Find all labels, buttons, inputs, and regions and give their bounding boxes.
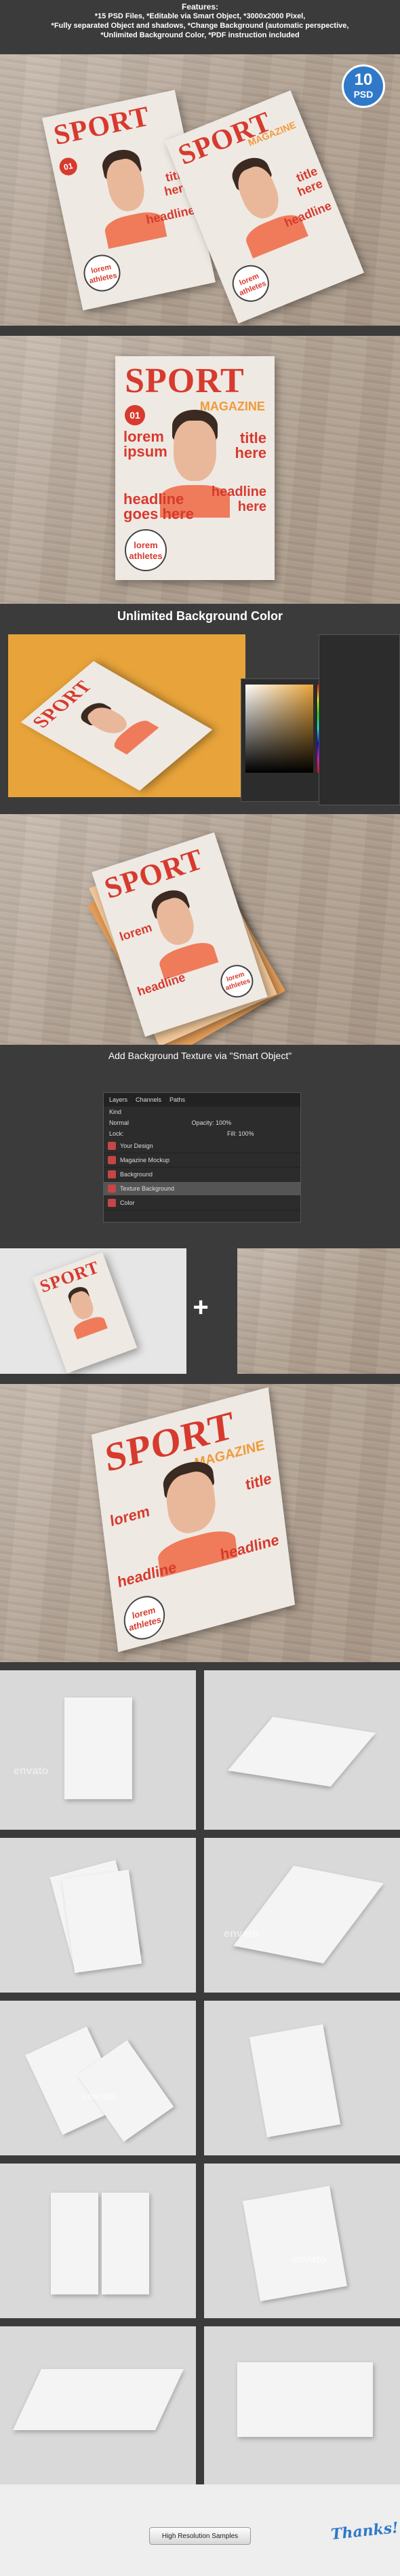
blend-mode-select[interactable]: Normal <box>109 1119 129 1126</box>
visibility-eye-icon[interactable] <box>108 1156 116 1164</box>
lock-label: Lock: <box>109 1130 124 1137</box>
cover-text: lorem <box>117 920 154 944</box>
cover-circle-badge: lorem athletes <box>121 1591 167 1645</box>
cover-circle-badge: lorem athletes <box>216 961 258 1002</box>
magazine-cover: SPORT MAGAZINE lorem title headline head… <box>91 1387 296 1653</box>
tab-layers[interactable]: Layers <box>109 1096 127 1103</box>
hero-single-magazine: SPORT MAGAZINE 01 lorem ipsum title here… <box>0 336 400 604</box>
features-line: *Unlimited Background Color, *PDF instru… <box>100 31 300 39</box>
visibility-eye-icon[interactable] <box>108 1170 116 1178</box>
cover-circle-badge: lorem athletes <box>226 259 275 307</box>
envato-watermark: envato <box>224 1928 259 1940</box>
features-header: Features: *15 PSD Files, *Editable via S… <box>0 0 400 54</box>
fill-value[interactable]: 100% <box>239 1130 254 1137</box>
section-title-bg-texture: Add Background Texture via "Smart Object… <box>108 1050 292 1061</box>
badge-unit: PSD <box>353 89 374 100</box>
layer-row[interactable]: Magazine Mockup <box>104 1153 300 1168</box>
blank-sheet-stack <box>233 1865 384 1964</box>
blank-sheet-stack <box>249 2024 341 2138</box>
tab-paths[interactable]: Paths <box>169 1096 185 1103</box>
mockup-preview-left: SPORT <box>0 1248 186 1374</box>
tab-channels[interactable]: Channels <box>136 1096 161 1103</box>
layers-panel[interactable]: Layers Channels Paths Kind Normal Opacit… <box>103 1092 301 1223</box>
layer-row-selected[interactable]: Texture Background <box>104 1182 300 1196</box>
hero-two-magazines: SPORT 01 title here headline lorem athle… <box>0 54 400 326</box>
perspective-magazine: SPORT MAGAZINE lorem title headline head… <box>0 1384 400 1662</box>
orange-canvas: SPORT <box>8 634 245 797</box>
cover-text: headline <box>117 1558 178 1592</box>
features-heading: Features: <box>181 2 219 12</box>
issue-number: 01 <box>125 405 145 425</box>
open-magazine <box>237 2362 373 2437</box>
bg-texture-section: Add Background Texture via "Smart Object… <box>0 1045 400 1384</box>
psd-count-badge: 10 PSD <box>342 64 385 108</box>
face-illustration <box>60 1282 108 1340</box>
photoshop-panels <box>319 634 400 805</box>
envato-watermark: envato <box>14 1765 49 1777</box>
layer-row[interactable]: Your Design <box>104 1139 300 1153</box>
blank-sheet <box>227 1716 376 1787</box>
cover-circle-badge: lorem athletes <box>80 251 124 295</box>
layer-row[interactable]: Background <box>104 1168 300 1182</box>
cover-circle-badge: lorem athletes <box>125 529 167 571</box>
badge-number: 10 <box>354 71 373 89</box>
blank-sheet <box>242 2185 348 2302</box>
features-line: *15 PSD Files, *Editable via Smart Objec… <box>94 12 306 20</box>
high-resolution-samples-button[interactable]: High Resolution Samples <box>149 2527 251 2545</box>
cover-text: title <box>244 1469 273 1494</box>
color-field[interactable] <box>245 685 313 773</box>
cover-text: headline <box>211 484 266 499</box>
visibility-eye-icon[interactable] <box>108 1199 116 1207</box>
section-title-bg-color: Unlimited Background Color <box>117 609 283 623</box>
magazine-cover: SPORT MAGAZINE title here headline lorem… <box>164 90 365 324</box>
layer-row[interactable]: Color <box>104 1196 300 1210</box>
blank-mockup-grid: envato envato envato envato <box>0 1670 400 2484</box>
cover-text: lorem <box>109 1502 151 1530</box>
face-illustration <box>218 149 308 258</box>
magazine-cover: SPORT MAGAZINE 01 lorem ipsum title here… <box>115 356 275 580</box>
blank-sheet-stack <box>61 1869 142 1974</box>
envato-watermark: envato <box>81 2091 117 2102</box>
cover-text: title <box>239 429 266 446</box>
face-illustration <box>89 144 167 249</box>
bg-color-section: Unlimited Background Color SPORT <box>0 604 400 814</box>
magazine-title: SPORT <box>51 100 153 152</box>
issue-number: 01 <box>58 156 79 177</box>
magazine-cover: SPORT <box>20 661 213 791</box>
fill-label: Fill: <box>227 1130 237 1137</box>
opacity-label: Opacity: <box>191 1119 214 1126</box>
visibility-eye-icon[interactable] <box>108 1142 116 1150</box>
cover-text: goes here <box>123 505 194 522</box>
magazine-cover: SPORT <box>32 1252 138 1374</box>
plus-sign: + <box>193 1292 209 1322</box>
cover-text: lorem <box>123 428 164 445</box>
envato-watermark: envato <box>292 2254 327 2265</box>
kind-filter[interactable]: Kind <box>109 1109 121 1115</box>
opacity-value[interactable]: 100% <box>216 1119 231 1126</box>
blank-sheet <box>102 2193 149 2294</box>
blank-sheet <box>64 1697 132 1799</box>
cover-text: here <box>237 499 266 514</box>
cover-text: headline <box>136 970 187 999</box>
visibility-eye-icon[interactable] <box>108 1185 116 1193</box>
stacked-magazines: SPORT lorem headline lorem athletes <box>0 814 400 1045</box>
features-line: *Fully separated Object and shadows, *Ch… <box>51 22 349 30</box>
blank-sheet <box>51 2193 98 2294</box>
cover-text: headline <box>123 491 184 507</box>
cover-text: here <box>235 444 266 461</box>
open-magazine <box>13 2369 184 2430</box>
texture-preview-right <box>237 1248 400 1374</box>
magazine-title: SPORT <box>125 361 245 400</box>
face-illustration <box>70 695 159 755</box>
